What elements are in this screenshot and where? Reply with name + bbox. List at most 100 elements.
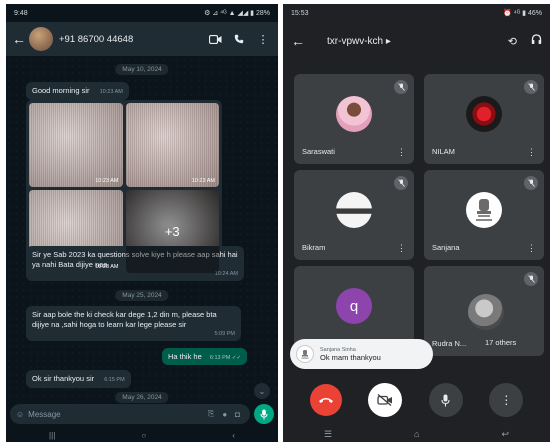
participant-name: Sanjana <box>432 243 460 252</box>
status-bar: 15:53 ⏰ ⁴ᴳ ▮ 46% <box>283 4 550 22</box>
mic-icon <box>260 409 268 419</box>
photo-thumbnail-more[interactable]: +3 <box>125 189 219 273</box>
participant-name: Saraswati <box>302 147 335 156</box>
status-time: 15:53 <box>291 9 309 17</box>
participant-tile[interactable]: Bikram ⋮ <box>294 170 414 260</box>
message-bubble-incoming[interactable]: Good morning sir 10:23 AM <box>26 82 129 101</box>
contact-phone-number[interactable]: +91 86700 44648 <box>59 34 200 45</box>
participant-avatar <box>336 192 372 228</box>
rupee-payment-icon[interactable]: ● <box>222 410 227 419</box>
scroll-to-bottom-button[interactable]: ⌄ <box>254 383 270 399</box>
message-placeholder: Message <box>28 409 61 419</box>
others-count: 17 others <box>482 337 520 348</box>
mic-off-icon <box>394 176 408 190</box>
emblem-icon <box>301 349 309 359</box>
message-time: 10:23 AM <box>99 89 123 95</box>
participant-options-icon[interactable]: ⋮ <box>527 243 536 254</box>
mic-off-icon <box>524 176 538 190</box>
toast-message: Ok mam thankyou <box>320 352 381 362</box>
participant-tile[interactable]: Saraswati ⋮ <box>294 74 414 164</box>
photo-time: 10:23 AM <box>191 177 215 184</box>
date-divider: May 25, 2024 <box>115 290 169 301</box>
toast-content: Sanjana Sinha Ok mam thankyou <box>320 347 381 362</box>
end-call-button[interactable] <box>309 384 342 416</box>
message-text: Sir aap bole the ki check kar dege 1,2 d… <box>32 310 217 330</box>
mic-toggle-button[interactable] <box>428 383 463 417</box>
recents-nav-icon[interactable]: ☰ <box>324 429 332 440</box>
photo-thumbnail[interactable]: 10:23 AM <box>125 103 219 187</box>
meet-header: ← txr-vpwv-kch ▸ ⟲ <box>283 26 550 56</box>
mic-off-icon <box>394 80 408 94</box>
message-time: 6:15 PM <box>104 377 125 383</box>
chat-message-toast[interactable]: Sanjana Sinha Ok mam thankyou <box>290 339 433 369</box>
participant-initial-avatar: q <box>336 288 372 324</box>
status-icons: ⚙ ⊿ ⁴ᴳ ▲ ◢◢ ▮ 28% <box>204 10 270 17</box>
more-options-button[interactable]: ⋮ <box>489 383 524 417</box>
chat-header: ← +91 86700 44648 ⋮ <box>6 22 278 56</box>
date-divider: May 10, 2024 <box>115 64 169 75</box>
status-bar: 9:48 ⚙ ⊿ ⁴ᴳ ▲ ◢◢ ▮ 28% <box>6 4 278 22</box>
home-nav-icon[interactable]: ⌂ <box>414 429 419 439</box>
participant-name: Bikram <box>302 243 326 252</box>
camera-off-icon <box>377 394 393 406</box>
message-time: 5:09 PM <box>214 330 235 337</box>
system-nav-bar: ||| ○ ‹ <box>6 428 278 442</box>
emblem-icon <box>476 199 492 221</box>
participant-avatar <box>468 294 504 330</box>
more-options-icon[interactable]: ⋮ <box>254 33 272 46</box>
participant-options-icon[interactable]: ⋮ <box>527 147 536 158</box>
message-bubble-outgoing[interactable]: Ha thik he 6:13 PM ✓✓ <box>162 348 248 365</box>
camera-toggle-button[interactable] <box>368 383 403 417</box>
contact-avatar[interactable] <box>29 27 53 51</box>
video-call-icon[interactable] <box>206 34 224 44</box>
camera-icon[interactable]: ◘ <box>235 410 240 419</box>
message-text: Ok sir thankyou sir <box>32 374 95 383</box>
recents-nav-icon[interactable]: ||| <box>49 431 55 440</box>
participant-avatar <box>466 192 502 228</box>
participant-tile[interactable]: Sanjana ⋮ <box>424 170 544 260</box>
message-list: May 10, 2024 Good morning sir 10:23 AM 1… <box>6 56 278 403</box>
call-controls: ⋮ <box>283 382 550 418</box>
hang-up-icon <box>318 398 333 403</box>
message-composer: ☺ Message ⎘ ● ◘ <box>6 402 278 426</box>
back-arrow-icon[interactable]: ← <box>12 31 26 47</box>
photo-thumbnail[interactable]: 10:23 AM <box>29 103 123 187</box>
switch-camera-icon[interactable]: ⟲ <box>508 35 517 48</box>
message-text: Ha thik he <box>168 352 202 361</box>
meet-call-screen: 15:53 ⏰ ⁴ᴳ ▮ 46% ← txr-vpwv-kch ▸ ⟲ Sara… <box>283 4 550 442</box>
system-nav-bar: ☰ ⌂ ↩ <box>283 426 550 442</box>
more-photos-count: +3 <box>125 189 219 273</box>
participant-options-icon[interactable]: ⋮ <box>397 243 406 254</box>
mic-button[interactable] <box>254 404 274 424</box>
status-time: 9:48 <box>14 9 28 17</box>
back-nav-icon[interactable]: ↩ <box>501 429 509 440</box>
double-chevron-down-icon: ⌄ <box>258 386 266 396</box>
screenshot-root: 9:48 ⚙ ⊿ ⁴ᴳ ▲ ◢◢ ▮ 28% ← +91 86700 44648… <box>0 0 554 444</box>
participant-tile[interactable]: NILAM ⋮ <box>424 74 544 164</box>
mic-off-icon <box>524 80 538 94</box>
meeting-code[interactable]: txr-vpwv-kch ▸ <box>327 36 494 47</box>
participant-tile-others[interactable]: Rudra N... 17 others <box>424 266 544 356</box>
message-input[interactable]: ☺ Message ⎘ ● ◘ <box>10 404 250 424</box>
whatsapp-chat-screen: 9:48 ⚙ ⊿ ⁴ᴳ ▲ ◢◢ ▮ 28% ← +91 86700 44648… <box>6 4 278 442</box>
back-nav-icon[interactable]: ‹ <box>232 431 235 440</box>
voice-call-icon[interactable] <box>230 34 248 44</box>
participant-avatar <box>336 96 372 132</box>
photo-time: 10:23 AM <box>95 264 119 270</box>
mic-off-icon <box>524 272 538 286</box>
attach-icon[interactable]: ⎘ <box>208 409 214 419</box>
message-bubble-incoming[interactable]: Sir aap bole the ki check kar dege 1,2 d… <box>26 306 241 342</box>
photo-time: 10:23 AM <box>95 177 119 184</box>
audio-output-icon[interactable] <box>531 34 542 48</box>
sender-avatar <box>296 345 314 363</box>
home-nav-icon[interactable]: ○ <box>141 431 146 440</box>
participant-options-icon[interactable]: ⋮ <box>397 147 406 158</box>
participant-avatar <box>466 96 502 132</box>
participant-name: Rudra N... <box>432 339 467 348</box>
emoji-icon[interactable]: ☺ <box>16 410 24 419</box>
message-time: 6:13 PM ✓✓ <box>209 355 242 361</box>
message-text: Good morning sir <box>32 86 90 95</box>
status-icons: ⏰ ⁴ᴳ ▮ 46% <box>503 10 542 17</box>
back-arrow-icon[interactable]: ← <box>291 33 305 49</box>
message-bubble-incoming[interactable]: Ok sir thankyou sir 6:15 PM <box>26 370 131 389</box>
